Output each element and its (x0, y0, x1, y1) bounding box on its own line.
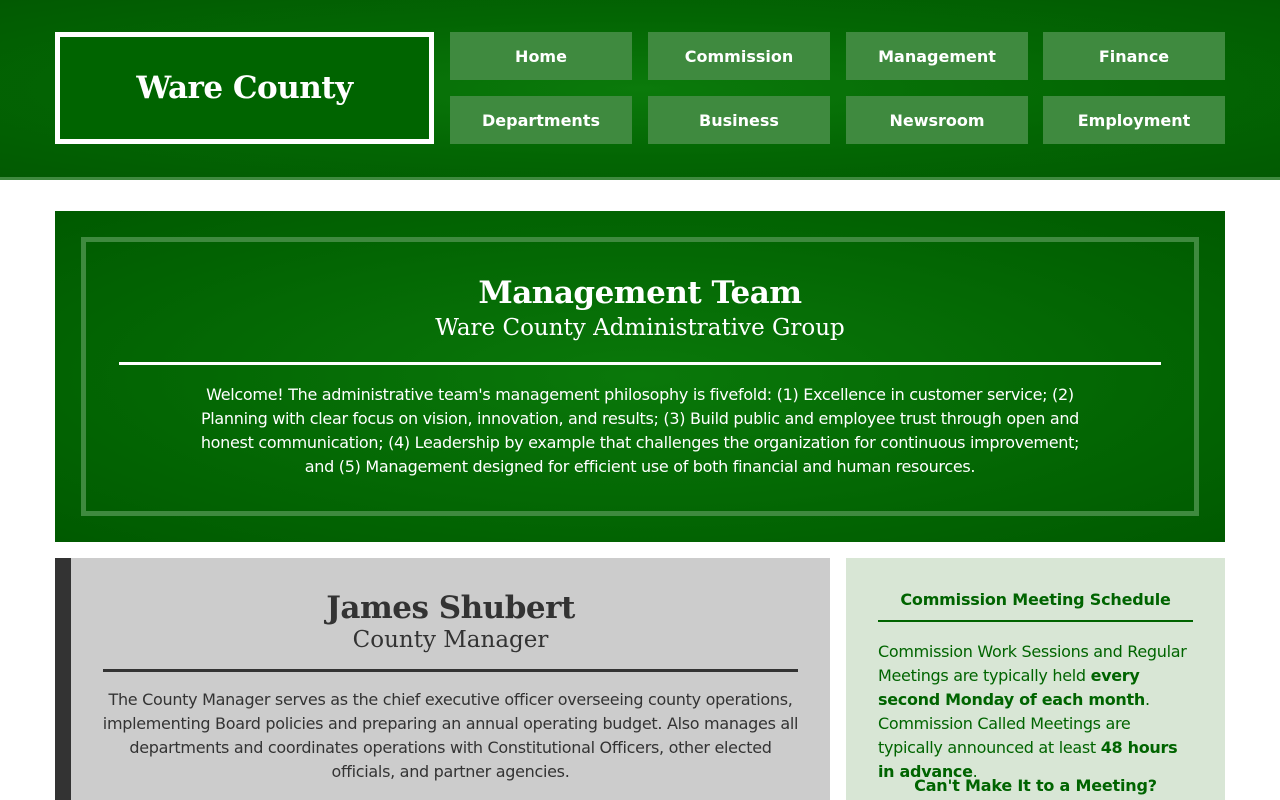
meeting-schedule-title: Commission Meeting Schedule (900, 590, 1171, 609)
hero-subtitle: Ware County Administrative Group (435, 315, 845, 341)
hero-divider (119, 362, 1161, 365)
hero-title: Management Team (478, 275, 802, 311)
site-header: Ware County Home Commission Management F… (0, 0, 1280, 180)
schedule-text-part-1: Commission Work Sessions and Regular Mee… (878, 642, 1187, 685)
nav-newsroom-button[interactable]: Newsroom (846, 96, 1028, 144)
manager-name: James Shubert (326, 590, 575, 626)
nav-management-button[interactable]: Management (846, 32, 1028, 80)
nav-employment-button[interactable]: Employment (1043, 96, 1225, 144)
meeting-schedule-panel: Commission Meeting Schedule Commission W… (846, 558, 1225, 800)
manager-bio: The County Manager serves as the chief e… (102, 690, 799, 781)
nav-finance-button[interactable]: Finance (1043, 32, 1225, 80)
hero-intro-text: Welcome! The administrative team's manag… (200, 385, 1080, 476)
nav-business-button[interactable]: Business (648, 96, 830, 144)
meeting-schedule-text: Commission Work Sessions and Regular Mee… (878, 640, 1193, 784)
site-title: Ware County (136, 70, 353, 106)
nav-home-button[interactable]: Home (450, 32, 632, 80)
meeting-schedule-divider (878, 620, 1193, 622)
manager-divider (103, 669, 798, 672)
site-logo[interactable]: Ware County (55, 32, 434, 144)
nav-departments-button[interactable]: Departments (450, 96, 632, 144)
manager-card: James Shubert County Manager The County … (55, 558, 830, 800)
hero-banner (55, 211, 1225, 542)
manager-role: County Manager (352, 627, 549, 653)
missed-meeting-heading: Can't Make It to a Meeting? (914, 776, 1157, 795)
nav-commission-button[interactable]: Commission (648, 32, 830, 80)
